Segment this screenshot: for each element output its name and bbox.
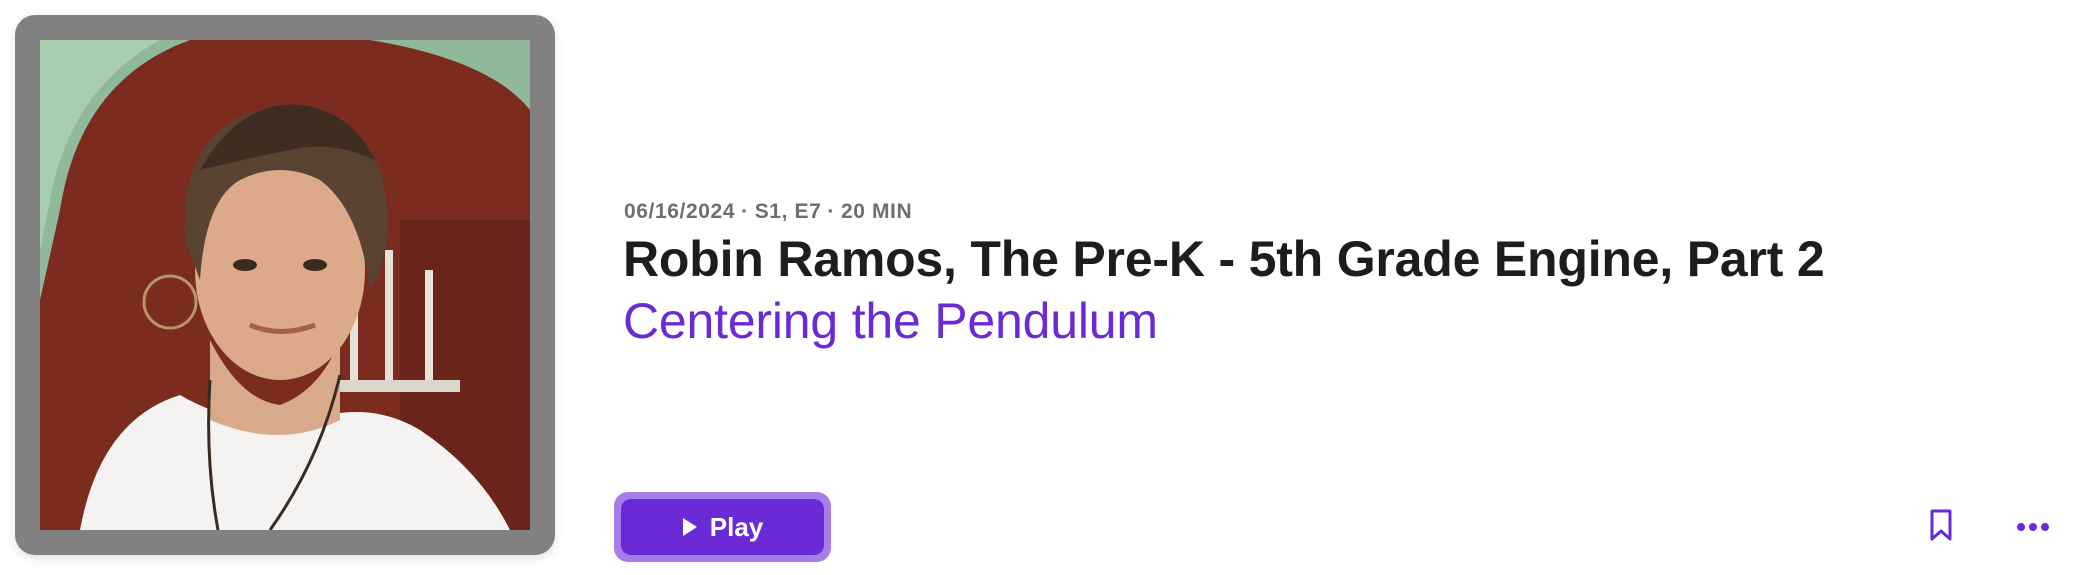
play-button-label: Play xyxy=(709,511,764,542)
show-name-link[interactable]: Centering the Pendulum xyxy=(623,292,1158,350)
episode-artwork xyxy=(40,40,530,530)
episode-artwork-frame xyxy=(15,15,555,555)
more-icon xyxy=(2017,523,2049,531)
episode-date: 06/16/2024 xyxy=(624,200,736,223)
episode-duration: 20 MIN xyxy=(840,200,913,223)
episode-page: 06/16/2024 · S1, E7 · 20 MIN Robin Ramos, Th… xyxy=(0,0,2082,575)
play-icon xyxy=(682,518,697,536)
more-options-button[interactable] xyxy=(2014,512,2052,542)
bookmark-button[interactable] xyxy=(1925,505,1957,545)
play-button[interactable]: Play xyxy=(621,499,824,555)
episode-meta: 06/16/2024 · S1, E7 · 20 MIN xyxy=(624,200,912,224)
episode-title: Robin Ramos, The Pre-K - 5th Grade Engin… xyxy=(623,231,1825,287)
episode-artwork-image xyxy=(40,40,530,530)
episode-season-episode: S1, E7 xyxy=(754,200,822,223)
meta-separator: · xyxy=(827,200,835,223)
meta-separator: · xyxy=(741,200,749,223)
bookmark-icon xyxy=(1930,509,1952,541)
